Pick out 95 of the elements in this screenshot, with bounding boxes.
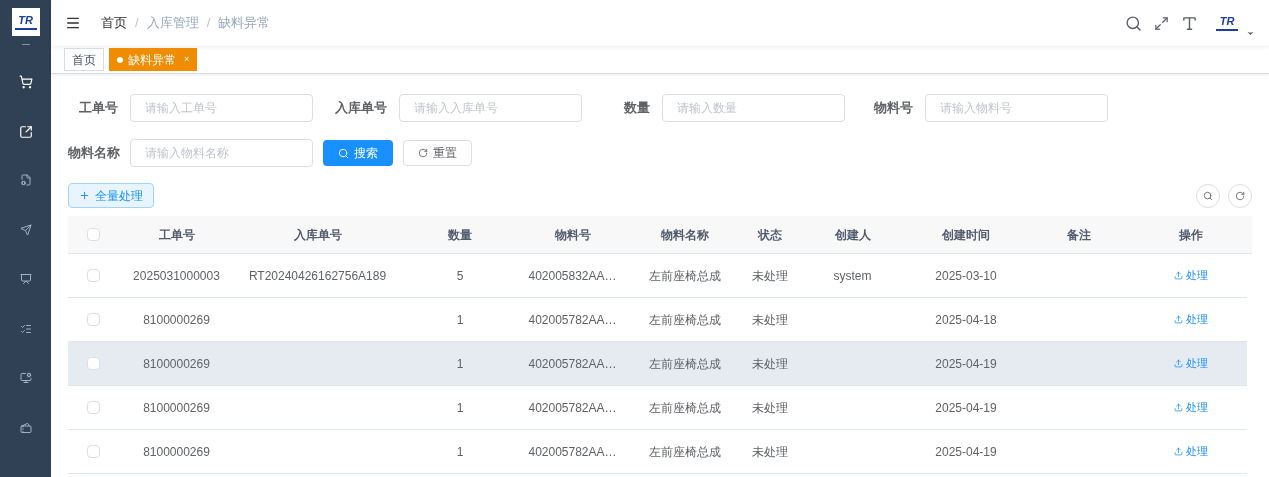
monitor-gear-icon[interactable] [19,372,32,384]
field-label: 物料名称 [68,144,121,163]
search-icon[interactable] [1125,14,1142,32]
process-link[interactable]: 处理 [1174,443,1208,460]
table-cell-text: 左前座椅总成 [649,399,721,417]
field-label: 物料号 [873,99,914,118]
breadcrumb-item[interactable]: 入库管理 [146,13,199,33]
table-cell-text: 8100000269 [143,311,210,329]
table-cell-text: 2025-04-19 [935,355,997,373]
breadcrumb-item[interactable]: 首页 [101,13,127,33]
upload-icon [1174,403,1183,412]
table-cell-text: 1 [456,399,464,417]
table-cell-text: 402005782AA… [528,399,617,417]
table-cell-text: 2025-04-19 [935,399,997,417]
breadcrumb-separator: / [135,14,139,33]
external-link-icon[interactable] [18,124,33,139]
table-cell-text: 未处理 [752,355,788,373]
upload-icon [1174,447,1183,456]
table-cell-text: 1 [456,311,464,329]
table-cell-text: 402005782AA… [528,443,617,461]
table-cell-text: 1 [456,355,464,373]
upload-icon [1174,271,1183,280]
tab[interactable]: 缺料异常 × [109,48,198,71]
table-cell-text: 左前座椅总成 [649,311,721,329]
field-label: 入库单号 [334,99,388,118]
table-cell-text: 左前座椅总成 [649,355,721,373]
bulk-process-button[interactable]: 全量处理 [68,183,154,208]
list-icon[interactable] [19,322,32,335]
column-header: 工单号 [158,226,195,244]
table-cell-text: 左前座椅总成 [649,267,721,285]
table-cell-text: 402005782AA… [528,311,617,329]
table-cell-text: 未处理 [752,443,788,461]
checkbox[interactable] [86,357,100,370]
upload-icon [1174,359,1183,368]
input-field[interactable]: 请输入物料号 [925,94,1108,122]
close-icon[interactable]: × [184,52,190,67]
field-label: 工单号 [78,99,119,118]
column-header: 物料号 [554,226,591,244]
refresh-icon [418,148,428,158]
checkbox[interactable] [86,269,100,282]
table-cell-text: system [833,267,872,285]
breadcrumb-item: 缺料异常 [218,14,271,33]
column-header: 入库单号 [293,226,342,244]
column-header: 状态 [758,226,782,244]
process-link[interactable]: 处理 [1174,267,1208,284]
process-link[interactable]: 处理 [1174,311,1208,328]
upload-icon [1174,315,1183,324]
checkbox[interactable] [86,313,100,326]
table-cell-text: 左前座椅总成 [649,443,721,461]
reset-button[interactable]: 重置 [403,140,472,166]
field-label: 数量 [623,99,651,118]
document-gear-icon[interactable] [19,174,32,186]
input-field[interactable]: 请输入工单号 [130,94,313,122]
table-cell-text: 未处理 [752,311,788,329]
checkbox[interactable] [86,445,100,458]
cart-icon[interactable] [18,75,33,89]
process-link[interactable]: 处理 [1174,355,1208,372]
paper-plane-icon[interactable] [19,223,32,236]
table-cell-text: 未处理 [752,267,788,285]
logo: TR [11,8,40,36]
table-cell-text: 2025-03-10 [935,267,997,285]
table-cell-text: 2025-04-18 [935,311,997,329]
table-cell-text: 2025-04-19 [935,443,997,461]
table-cell-text: 8100000269 [143,399,210,417]
tab[interactable]: 首页 [64,48,104,71]
font-size-icon[interactable] [1181,14,1198,32]
input-field[interactable]: 请输入入库单号 [399,94,582,122]
search-icon [338,147,349,159]
menu-icon[interactable] [65,15,81,31]
column-header: 数量 [448,226,472,244]
checkbox[interactable] [86,228,100,241]
table-cell-text: RT20240426162756A189 [248,267,387,285]
refresh-icon [1235,190,1245,201]
column-header: 创建人 [834,226,871,244]
column-header: 备注 [1066,226,1091,244]
checkbox[interactable] [86,401,100,414]
table-cell-text: 5 [456,267,464,285]
table-cell-text: 未处理 [752,399,788,417]
table-cell-text: 402005832AA… [528,267,617,285]
caret-icon[interactable] [1246,29,1255,38]
table-cell-text: 1 [456,443,464,461]
search-icon [1203,190,1213,201]
input-field[interactable]: 请输入物料名称 [130,139,313,167]
table-cell-text: 8100000269 [143,355,210,373]
table-cell-text: 2025031000003 [133,267,220,285]
breadcrumb-separator: / [206,14,211,33]
fullscreen-icon[interactable] [1154,15,1169,31]
column-header: 创建时间 [942,226,990,244]
table-cell-text: 402005782AA… [528,355,617,373]
plus-icon [79,190,90,201]
column-header: 物料名称 [661,226,709,244]
column-header: 操作 [1179,226,1203,244]
search-button[interactable]: 搜索 [323,140,393,166]
table-cell-text: 8100000269 [143,443,210,461]
process-link[interactable]: 处理 [1174,399,1208,416]
